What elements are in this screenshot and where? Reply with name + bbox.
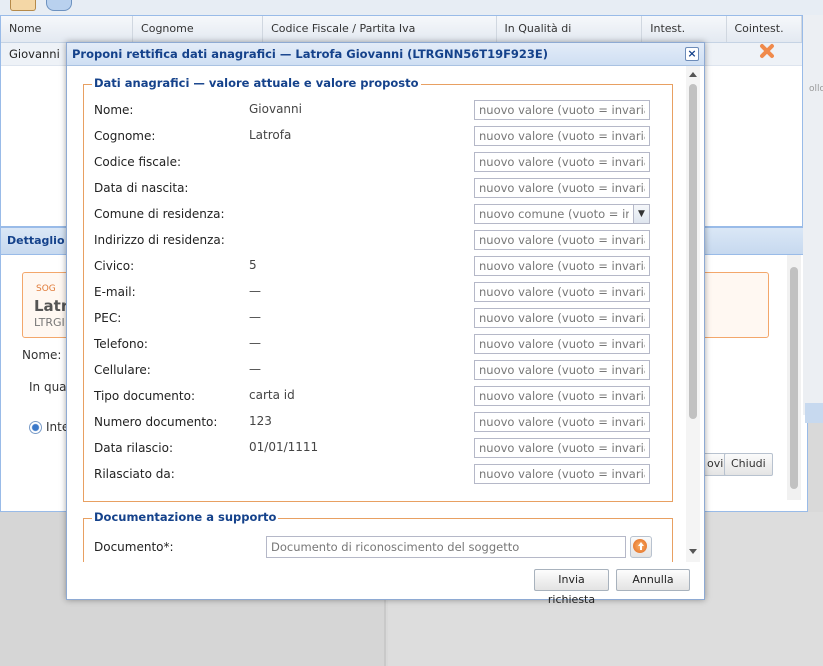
field-label: Comune di residenza: [94,207,225,221]
indirizzo-new-value-input[interactable] [474,230,650,250]
upload-arrow-stem [640,546,642,550]
field-label: Codice fiscale: [94,155,181,169]
document-label: Documento*: [94,540,174,554]
nome-new-value-input[interactable] [474,100,650,120]
field-label: Indirizzo di residenza: [94,233,225,247]
column-header-nome[interactable]: Nome [1,16,134,42]
toolbar-add-icon[interactable] [10,0,36,11]
side-panel [803,15,823,415]
column-header-intestatario[interactable]: Intest. [642,16,727,42]
civico-new-value-input[interactable] [474,256,650,276]
field-label: Civico: [94,259,135,273]
column-header-cointestatario[interactable]: Cointest. [727,16,802,42]
supporting-docs-fieldset: Documentazione a supporto Documento*: [83,510,673,562]
column-header-qualita[interactable]: In Qualità di [497,16,643,42]
subject-tag: SOG [36,284,56,294]
upload-button[interactable] [630,536,652,558]
field-row-civico: Civico: 5 [94,255,654,281]
cancel-button[interactable]: Annulla [616,569,690,591]
chevron-down-icon[interactable]: ▼ [634,204,650,224]
data-rilascio-new-value-input[interactable] [474,438,650,458]
field-row-comune-residenza: Comune di residenza: ▼ [94,203,654,229]
field-row-codice-fiscale: Codice fiscale: [94,151,654,177]
detail-nome-label: Nome: [22,348,62,362]
grid-header: Nome Cognome Codice Fiscale / Partita Iv… [1,16,802,43]
subject-cf: LTRGI [34,316,65,329]
field-label: PEC: [94,311,122,325]
email-new-value-input[interactable] [474,282,650,302]
field-row-pec: PEC: — [94,307,654,333]
field-row-nome: Nome: Giovanni [94,99,654,125]
column-header-codice-fiscale[interactable]: Codice Fiscale / Partita Iva [263,16,497,42]
field-current-value: — [249,310,261,324]
comune-combo[interactable]: ▼ [474,204,650,224]
field-label: Data di nascita: [94,181,189,195]
supporting-docs-legend: Documentazione a supporto [92,510,279,524]
intestatario-radio[interactable] [29,421,42,434]
column-header-cognome[interactable]: Cognome [133,16,264,42]
field-label: Numero documento: [94,415,218,429]
field-current-value: 123 [249,414,272,428]
field-current-value: — [249,362,261,376]
field-current-value: 5 [249,258,257,272]
field-label: Rilasciato da: [94,467,175,481]
field-label: Data rilascio: [94,441,173,455]
field-current-value: — [249,336,261,350]
field-current-value: — [249,284,261,298]
detail-close-button[interactable]: Chiudi [724,453,773,476]
side-panel-text: ollo [809,84,823,94]
field-label: Telefono: [94,337,148,351]
cellulare-new-value-input[interactable] [474,360,650,380]
close-icon[interactable]: × [685,47,699,61]
scroll-up-icon[interactable] [689,72,697,77]
data-nascita-new-value-input[interactable] [474,178,650,198]
telefono-new-value-input[interactable] [474,334,650,354]
field-row-cognome: Cognome: Latrofa [94,125,654,151]
tipo-documento-new-value-input[interactable] [474,386,650,406]
subject-name: Latr [34,297,69,315]
field-row-data-rilascio: Data rilascio: 01/01/1111 [94,437,654,463]
field-current-value: Giovanni [249,102,302,116]
app-toolbar [0,0,823,15]
rectification-dialog: Proponi rettifica dati anagrafici — Latr… [66,42,705,606]
field-current-value: 01/01/1111 [249,440,319,454]
cross-icon[interactable] [758,42,776,60]
field-label: Nome: [94,103,134,117]
detail-scrollbar[interactable] [787,255,801,500]
field-current-value: Latrofa [249,128,292,142]
document-input[interactable] [266,536,626,558]
codice-fiscale-new-value-input[interactable] [474,152,650,172]
field-row-telefono: Telefono: — [94,333,654,359]
field-label: Cognome: [94,129,156,143]
submit-request-button[interactable]: Invia richiesta [534,569,609,606]
side-panel-stripe [805,403,823,423]
pec-new-value-input[interactable] [474,308,650,328]
scroll-down-icon[interactable] [689,549,697,554]
detail-scrollbar-thumb[interactable] [790,267,798,489]
personal-data-legend: Dati anagrafici — valore attuale e valor… [92,76,421,90]
field-row-data-nascita: Data di nascita: [94,177,654,203]
field-label: Tipo documento: [94,389,195,403]
detail-qualita-label: In qual [29,380,70,394]
dialog-title: Proponi rettifica dati anagrafici — Latr… [72,47,549,61]
field-row-numero-documento: Numero documento: 123 [94,411,654,437]
field-label: E-mail: [94,285,136,299]
dialog-body: Dati anagrafici — valore attuale e valor… [67,66,686,562]
comune-new-value-input[interactable] [474,204,634,224]
field-row-email: E-mail: — [94,281,654,307]
field-row-cellulare: Cellulare: — [94,359,654,385]
numero-documento-new-value-input[interactable] [474,412,650,432]
field-label: Cellulare: [94,363,151,377]
field-row-rilasciato-da: Rilasciato da: [94,463,654,489]
field-row-tipo-documento: Tipo documento: carta id [94,385,654,411]
field-current-value: carta id [249,388,295,402]
dialog-scrollbar[interactable] [686,66,700,562]
field-row-indirizzo: Indirizzo di residenza: [94,229,654,255]
dialog-scrollbar-thumb[interactable] [689,84,697,419]
personal-data-fieldset: Dati anagrafici — valore attuale e valor… [83,76,673,502]
rilasciato-da-new-value-input[interactable] [474,464,650,484]
toolbar-group-icon[interactable] [46,0,72,11]
cognome-new-value-input[interactable] [474,126,650,146]
dialog-header: Proponi rettifica dati anagrafici — Latr… [67,43,704,66]
